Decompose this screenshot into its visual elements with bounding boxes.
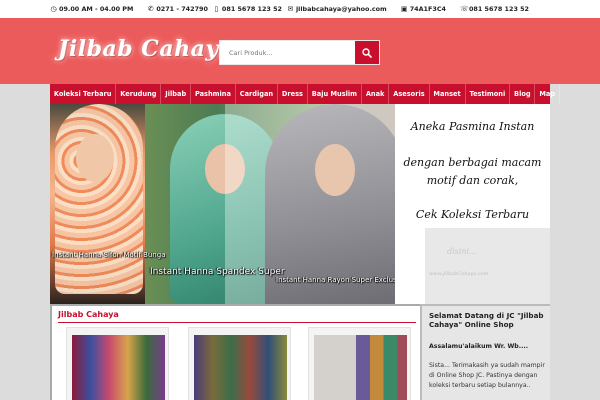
nav-item-map[interactable]: Map <box>535 84 560 104</box>
search-button[interactable] <box>355 41 379 64</box>
envelope-icon: ✉ <box>287 4 294 13</box>
main-content: Jilbab Cahaya <box>50 304 420 400</box>
search-box <box>219 40 380 65</box>
promo-banner[interactable]: Aneka Pasmina Instan dengan berbagai mac… <box>395 104 550 304</box>
welcome-body: Sista... Terimakasih ya sudah mampir di … <box>429 362 545 389</box>
promo-watermark: www.JilbabCahaya.com <box>429 271 489 277</box>
mobile-text: 081 5678 123 52 <box>221 5 282 13</box>
product-image[interactable] <box>72 335 165 400</box>
whatsapp-icon: ☏ <box>459 4 469 13</box>
hijab-shape <box>55 104 143 294</box>
bbm-icon: ▣ <box>400 4 408 13</box>
slide-caption: Instant Hanna Spandex Super <box>150 267 285 277</box>
product-card[interactable] <box>66 327 169 400</box>
nav-item-anak[interactable]: Anak <box>362 84 390 104</box>
nav-item-testimoni[interactable]: Testimoni <box>466 84 511 104</box>
nav-item-manset[interactable]: Manset <box>430 84 466 104</box>
nav-item-asesoris[interactable]: Asesoris <box>389 84 430 104</box>
bbm-info: ▣ 74A1F3C4 <box>401 5 446 13</box>
search-icon <box>362 47 372 58</box>
email-info[interactable]: ✉ jilbabcahaya@yahoo.com <box>287 5 387 13</box>
slide-caption: Instant Hanna Rayon Super Exclusive <box>276 276 395 284</box>
hours-text: 09.00 AM - 04.00 PM <box>59 5 134 13</box>
nav-item-baju-muslim[interactable]: Baju Muslim <box>308 84 362 104</box>
site-header: Jilbab Cahaya <box>0 18 600 84</box>
product-image[interactable] <box>314 335 407 400</box>
model-face <box>315 144 355 196</box>
nav-item-dress[interactable]: Dress <box>278 84 308 104</box>
clock-icon: ◷ <box>50 4 57 13</box>
promo-line: dengan berbagai macam <box>403 156 542 169</box>
slide-image-hanna-rayon <box>265 104 395 304</box>
mobile-info: ▯ 081 5678 123 52 <box>213 4 282 13</box>
search-input[interactable] <box>220 41 356 64</box>
promo-line: Aneka Pasmina Instan <box>410 120 535 133</box>
top-info-bar: ◷ 09.00 AM - 04.00 PM ✆ 0271 - 742790 ▯ … <box>0 0 600 18</box>
section-title: Jilbab Cahaya <box>58 310 119 319</box>
welcome-heading: Selamat Datang di JC "Jilbab Cahaya" Onl… <box>429 311 544 329</box>
welcome-salam: Assalamu'alaikum Wr. Wb.... <box>429 343 529 350</box>
phone-text: 0271 - 742790 <box>156 5 208 13</box>
promo-line: Cek Koleksi Terbaru <box>415 208 530 221</box>
promo-logo-panel <box>425 228 550 304</box>
bbm-text: 74A1F3C4 <box>409 5 446 13</box>
nav-item-koleksi-terbaru[interactable]: Koleksi Terbaru <box>50 84 117 104</box>
site-logo[interactable]: Jilbab Cahaya <box>58 36 233 62</box>
product-card[interactable] <box>308 327 411 400</box>
nav-item-cardigan[interactable]: Cardigan <box>236 84 279 104</box>
promo-line: motif dan corak, <box>426 174 519 187</box>
main-nav: Koleksi Terbaru Kerudung Jilbab Pashmina… <box>50 84 560 104</box>
slide-caption: Instant Hanna Sifon Motif Bunga <box>52 251 166 259</box>
welcome-sidebar: Selamat Datang di JC "Jilbab Cahaya" Onl… <box>420 304 550 400</box>
phone-info: ✆ 0271 - 742790 <box>147 5 208 13</box>
mobile-icon: ▯ <box>214 4 219 13</box>
nav-item-jilbab[interactable]: Jilbab <box>161 84 192 104</box>
product-image[interactable] <box>194 335 287 400</box>
whatsapp-text: 081 5678 123 52 <box>468 5 530 13</box>
hours-info: ◷ 09.00 AM - 04.00 PM <box>50 5 133 13</box>
promo-placeholder: disini... <box>447 247 477 256</box>
phone-icon: ✆ <box>147 4 154 13</box>
nav-item-kerudung[interactable]: Kerudung <box>116 84 162 104</box>
nav-item-blog[interactable]: Blog <box>510 84 536 104</box>
hero-slider[interactable]: Instant Hanna Sifon Motif Bunga Instant … <box>50 104 395 304</box>
slide-image-hanna-sifon <box>50 104 145 304</box>
nav-item-pashmina[interactable]: Pashmina <box>191 84 236 104</box>
whatsapp-info: ☏ 081 5678 123 52 <box>460 5 529 13</box>
email-text[interactable]: jilbabcahaya@yahoo.com <box>296 5 387 13</box>
product-card[interactable] <box>188 327 291 400</box>
divider <box>58 322 416 323</box>
model-face <box>76 134 114 182</box>
